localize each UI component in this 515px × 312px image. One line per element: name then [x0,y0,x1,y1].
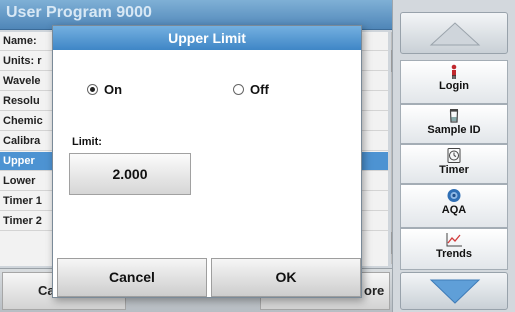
aqa-label: AQA [441,204,467,216]
sample-id-label: Sample ID [427,124,481,136]
upper-limit-dialog: Upper Limit On Off Limit: 2.000 Cancel O… [52,25,362,298]
nav-down-button[interactable] [400,272,508,310]
timer-label: Timer [439,164,469,176]
aqa-icon [447,189,461,202]
radio-on-option[interactable]: On [87,82,122,97]
sample-id-button[interactable]: Sample ID [400,104,508,144]
cancel-button[interactable]: Cancel [57,258,207,297]
nav-up-icon [429,22,481,46]
background-button-label: ore [364,283,385,298]
trends-label: Trends [435,248,473,260]
timer-button[interactable]: Timer [400,144,508,184]
sample-id-icon [449,109,459,123]
trends-icon [446,233,462,247]
timer-icon [447,148,461,163]
trends-button[interactable]: Trends [400,228,508,270]
limit-label: Limit: [72,136,102,148]
radio-off-label: Off [250,82,269,97]
limit-input[interactable]: 2.000 [69,153,191,195]
aqa-button[interactable]: AQA [400,184,508,228]
program-title: User Program 9000 [6,4,152,21]
nav-up-button[interactable] [400,12,508,54]
login-label: Login [439,80,469,92]
radio-on-icon[interactable] [87,84,98,95]
radio-on-label: On [104,82,123,97]
radio-off-icon[interactable] [233,84,244,95]
dialog-title: Upper Limit [53,26,361,50]
login-button[interactable]: Login [400,60,508,104]
radio-off-option[interactable]: Off [233,82,269,97]
login-icon [451,64,457,79]
nav-down-icon [429,279,481,304]
ok-button[interactable]: OK [211,258,361,297]
